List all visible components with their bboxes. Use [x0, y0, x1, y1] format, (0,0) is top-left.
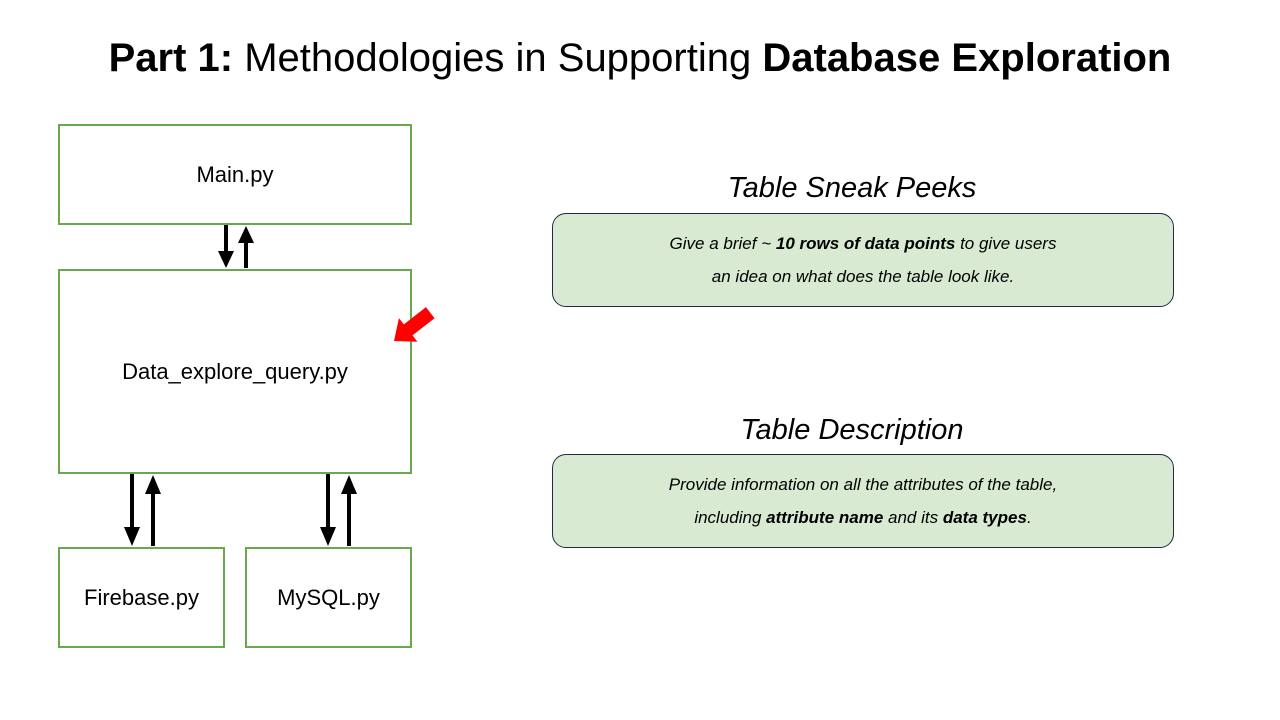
main-py-box: Main.py	[58, 124, 412, 225]
peeks-line1-tail: to give users	[955, 234, 1057, 253]
firebase-to-query-arrow	[145, 475, 161, 546]
table-description-note: Provide information on all the attribute…	[552, 454, 1174, 548]
main-py-label: Main.py	[196, 161, 274, 187]
desc-line2-text: including	[694, 508, 767, 527]
desc-line2-bold-attribute: attribute name	[766, 508, 884, 527]
desc-line2-tail: .	[1026, 508, 1032, 527]
query-to-firebase-arrow	[124, 474, 140, 546]
data-explore-query-box: Data_explore_query.py	[58, 269, 412, 474]
desc-line2-mid: and its	[883, 508, 943, 527]
title-prefix: Part 1:	[108, 36, 234, 80]
data-explore-query-label: Data_explore_query.py	[122, 358, 348, 384]
mysql-to-query-arrow	[341, 475, 357, 546]
mysql-py-label: MySQL.py	[277, 584, 380, 610]
firebase-py-label: Firebase.py	[84, 584, 199, 610]
desc-line-1: Provide information on all the attribute…	[668, 475, 1058, 494]
table-sneak-peeks-title: Table Sneak Peeks	[727, 172, 977, 204]
peeks-line1-bold: 10 rows of data points	[775, 234, 956, 253]
desc-line2-bold-types: data types	[942, 508, 1027, 527]
table-description-title: Table Description	[740, 414, 964, 446]
title-emphasis: Database Exploration	[762, 36, 1172, 80]
title-middle: Methodologies in Supporting	[233, 36, 763, 80]
main-to-query-arrow	[218, 225, 234, 268]
desc-line-2: including attribute name and its data ty…	[553, 501, 1173, 534]
table-sneak-peeks-note: Give a brief ~ 10 rows of data points to…	[552, 213, 1174, 307]
peeks-line-2: an idea on what does the table look like…	[711, 267, 1015, 286]
firebase-py-box: Firebase.py	[58, 547, 225, 648]
peeks-line-1: Give a brief ~ 10 rows of data points to…	[553, 227, 1173, 260]
page-title: Part 1: Methodologies in Supporting Data…	[0, 34, 1280, 82]
peeks-line1-text: Give a brief ~	[669, 234, 776, 253]
query-to-main-arrow	[238, 226, 254, 268]
query-to-mysql-arrow	[320, 474, 336, 546]
mysql-py-box: MySQL.py	[245, 547, 412, 648]
